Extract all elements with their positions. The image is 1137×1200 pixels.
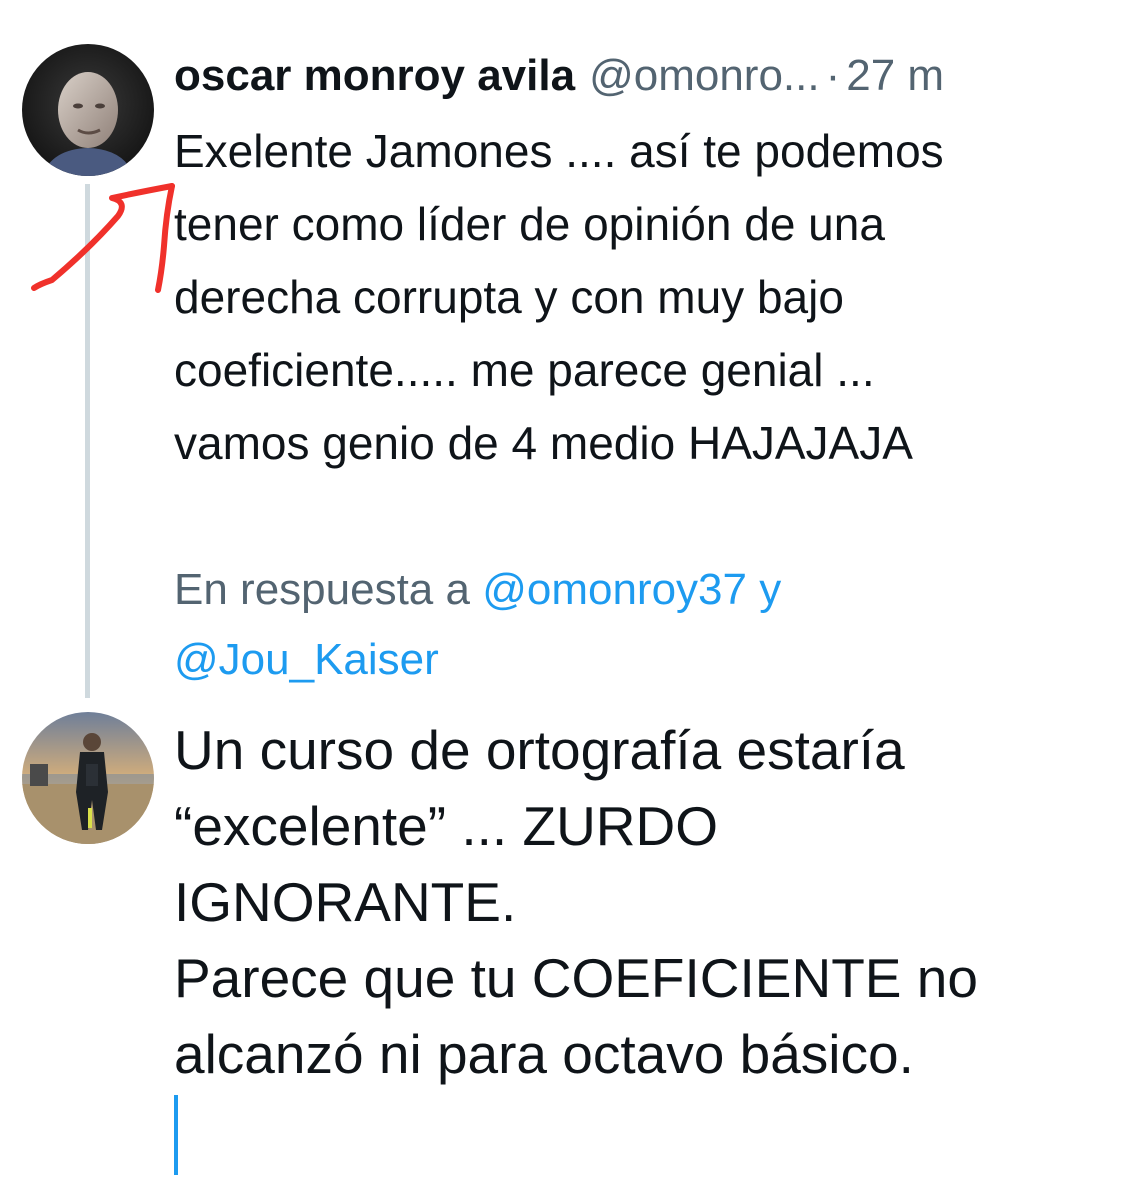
tweet-header: oscar monroy avila @omonro... · 27 m bbox=[174, 46, 944, 106]
author-avatar[interactable] bbox=[22, 44, 154, 176]
reply-avatar[interactable] bbox=[22, 712, 154, 844]
tweet-body[interactable]: Exelente Jamones .... así te podemos ten… bbox=[174, 115, 1114, 480]
reply-text-line: IGNORANTE. bbox=[174, 871, 517, 933]
text-cursor bbox=[174, 1095, 178, 1175]
reply-context-prefix: En respuesta a bbox=[174, 565, 483, 614]
reply-text-line: Parece que tu COEFICIENTE no bbox=[174, 947, 978, 1009]
tweet-text-line: derecha corrupta y con muy bajo bbox=[174, 271, 844, 323]
meta-separator: · bbox=[825, 51, 841, 100]
reply-text-line: “excelente” ... ZURDO bbox=[174, 795, 719, 857]
reply-context-line-1: En respuesta a @omonroy37 y bbox=[174, 555, 1114, 625]
mention-link[interactable]: @omonroy37 bbox=[482, 565, 747, 614]
tweet-text-line: tener como líder de opinión de una bbox=[174, 198, 885, 250]
thread-connector-line bbox=[85, 184, 90, 698]
mention-conjunction: y bbox=[747, 565, 782, 614]
author-handle[interactable]: @omonro... bbox=[589, 46, 820, 106]
mention-link[interactable]: @Jou_Kaiser bbox=[174, 635, 439, 684]
tweet-text-line: vamos genio de 4 medio HAJAJAJA bbox=[174, 417, 913, 469]
person-photo-avatar-icon bbox=[22, 44, 154, 176]
reply-context: En respuesta a @omonroy37 y @Jou_Kaiser bbox=[174, 555, 1114, 695]
tweet-text-line: coeficiente..... me parece genial ... bbox=[174, 344, 875, 396]
author-display-name[interactable]: oscar monroy avila bbox=[174, 46, 575, 106]
reply-text-line: Un curso de ortografía estaría bbox=[174, 719, 905, 781]
tweet-text-line: Exelente Jamones .... así te podemos bbox=[174, 125, 944, 177]
reply-compose-text[interactable]: Un curso de ortografía estaría “excelent… bbox=[174, 712, 1124, 1092]
reply-text-line: alcanzó ni para octavo básico. bbox=[174, 1023, 914, 1085]
reply-context-line-2: @Jou_Kaiser bbox=[174, 625, 1114, 695]
tweet-timestamp[interactable]: 27 m bbox=[846, 46, 944, 106]
beach-photo-avatar-icon bbox=[22, 712, 154, 844]
